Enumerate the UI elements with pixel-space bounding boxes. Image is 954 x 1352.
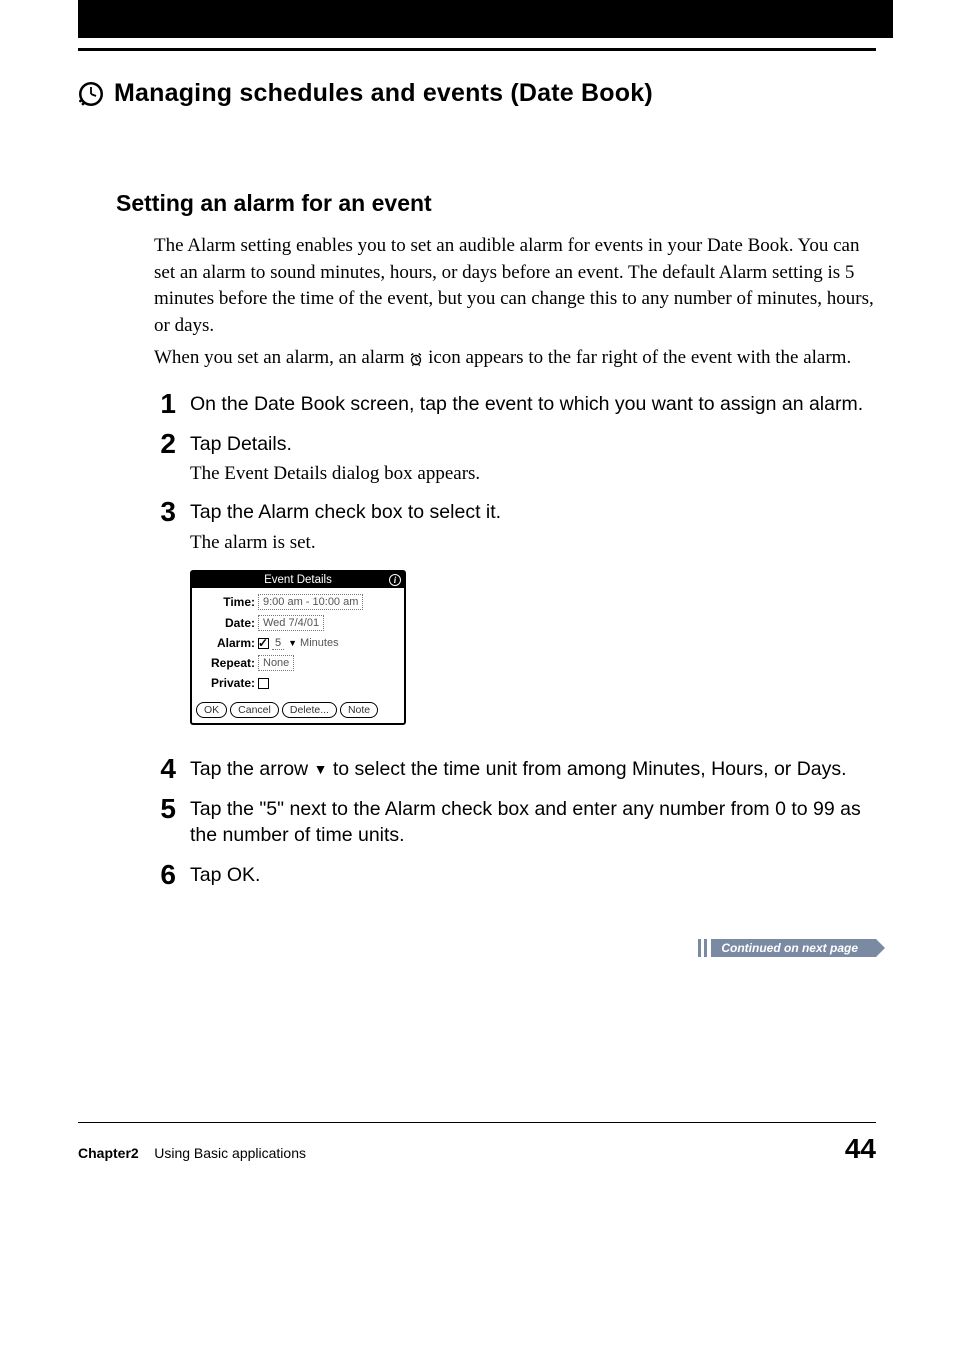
down-arrow-icon: ▼	[314, 760, 328, 778]
step-4: 4 Tap the arrow ▼ to select the time uni…	[154, 757, 876, 785]
intro-paragraph-2: When you set an alarm, an alarm icon app…	[154, 345, 876, 372]
continued-flag: Continued on next page	[711, 939, 876, 957]
info-icon[interactable]: i	[389, 574, 401, 586]
stripe-icon	[704, 939, 707, 957]
step-note: The Event Details dialog box appears.	[190, 461, 876, 488]
step-instruction: Tap OK.	[190, 863, 876, 889]
step-note: The alarm is set.	[190, 530, 876, 557]
steps-list: 1 On the Date Book screen, tap the event…	[154, 392, 876, 890]
alarm-checkbox[interactable]	[258, 638, 269, 649]
continued-banner: Continued on next page	[698, 938, 876, 958]
dialog-title: Event Details	[264, 574, 332, 586]
stripe-icon	[698, 939, 701, 957]
alarm-label: Alarm:	[198, 636, 258, 650]
step-number: 3	[154, 498, 176, 526]
delete-button[interactable]: Delete...	[282, 702, 337, 718]
ok-button[interactable]: OK	[196, 702, 227, 718]
alarm-icon	[409, 352, 423, 366]
step-number: 4	[154, 755, 176, 783]
footer-chapter-text: Using Basic applications	[154, 1145, 306, 1161]
dialog-titlebar: Event Details i	[192, 572, 404, 588]
private-checkbox[interactable]	[258, 678, 269, 689]
time-label: Time:	[198, 595, 258, 609]
step4-text-a: Tap the arrow	[190, 758, 314, 780]
section-title: Setting an alarm for an event	[116, 190, 876, 217]
step-number: 6	[154, 861, 176, 889]
step-5: 5 Tap the "5" next to the Alarm check bo…	[154, 797, 876, 850]
intro-2a: When you set an alarm, an alarm	[154, 347, 409, 368]
step-instruction: Tap the arrow ▼ to select the time unit …	[190, 757, 876, 783]
event-details-dialog: Event Details i Time: 9:00 am - 10:00 am…	[190, 570, 406, 725]
alarm-unit: Minutes	[300, 637, 339, 649]
intro-paragraph-1: The Alarm setting enables you to set an …	[154, 233, 876, 339]
step-instruction: Tap the Alarm check box to select it.	[190, 500, 876, 526]
step-number: 2	[154, 430, 176, 458]
intro-2b: icon appears to the far right of the eve…	[428, 347, 851, 368]
step-number: 5	[154, 795, 176, 823]
chapter-title: Managing schedules and events (Date Book…	[114, 79, 653, 108]
private-label: Private:	[198, 676, 258, 690]
step-3: 3 Tap the Alarm check box to select it. …	[154, 500, 876, 745]
chapter-title-row: Managing schedules and events (Date Book…	[78, 79, 876, 108]
date-field[interactable]: Wed 7/4/01	[258, 615, 324, 631]
step-1: 1 On the Date Book screen, tap the event…	[154, 392, 876, 420]
title-separator	[78, 48, 876, 51]
step-number: 1	[154, 390, 176, 418]
alarm-value-field[interactable]: 5	[272, 637, 284, 650]
step-6: 6 Tap OK.	[154, 863, 876, 891]
step-instruction: On the Date Book screen, tap the event t…	[190, 392, 876, 418]
step-2: 2 Tap Details. The Event Details dialog …	[154, 432, 876, 488]
time-field[interactable]: 9:00 am - 10:00 am	[258, 594, 363, 610]
cancel-button[interactable]: Cancel	[230, 702, 279, 718]
datebook-icon	[78, 81, 104, 107]
step-instruction: Tap Details.	[190, 432, 876, 458]
page-number: 44	[845, 1133, 876, 1165]
top-band	[78, 0, 893, 38]
repeat-label: Repeat:	[198, 656, 258, 670]
note-button[interactable]: Note	[340, 702, 378, 718]
page-footer: Chapter2 Using Basic applications 44	[78, 1122, 876, 1165]
step4-text-b: to select the time unit from among Minut…	[327, 758, 846, 780]
footer-chapter-label: Chapter2	[78, 1145, 139, 1161]
repeat-field[interactable]: None	[258, 655, 294, 671]
step-instruction: Tap the "5" next to the Alarm check box …	[190, 797, 876, 848]
date-label: Date:	[198, 616, 258, 630]
alarm-unit-dropdown-arrow[interactable]: ▼	[288, 638, 297, 648]
event-details-dialog-figure: Event Details i Time: 9:00 am - 10:00 am…	[190, 570, 876, 725]
